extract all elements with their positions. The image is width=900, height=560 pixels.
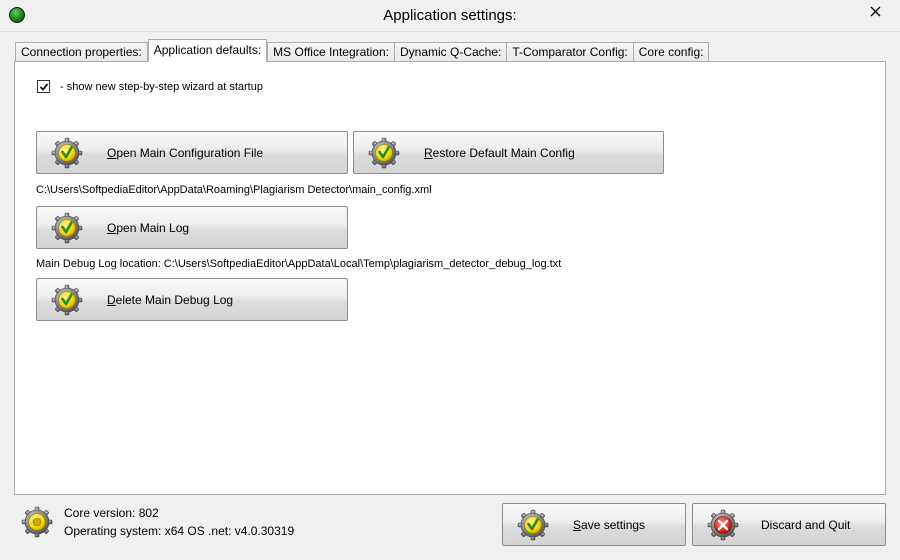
operating-system-info: Operating system: x64 OS .net: v4.0.3031… — [64, 524, 295, 538]
gear-check-icon — [51, 212, 83, 244]
wizard-option: - show new step-by-step wizard at startu… — [37, 80, 263, 93]
gear-check-icon — [51, 284, 83, 316]
tab-strip: Connection properties: Application defau… — [15, 39, 710, 62]
gear-check-icon — [51, 137, 83, 169]
open-main-config-label: Open Main Configuration File — [107, 146, 264, 160]
gear-cross-icon — [707, 509, 739, 541]
tab-application-defaults[interactable]: Application defaults: — [147, 39, 268, 62]
main-config-path: C:\Users\SoftpediaEditor\AppData\Roaming… — [36, 184, 432, 196]
tab-connection-properties[interactable]: Connection properties: — [15, 42, 148, 62]
wizard-checkbox-label: - show new step-by-step wizard at startu… — [60, 80, 263, 93]
open-main-config-button[interactable]: Open Main Configuration File — [36, 131, 348, 174]
restore-default-config-button[interactable]: Restore Default Main Config — [353, 131, 664, 174]
delete-debug-log-button[interactable]: Delete Main Debug Log — [36, 278, 348, 321]
wizard-checkbox[interactable] — [37, 80, 50, 93]
window-title: Application settings: — [383, 7, 517, 24]
gear-icon — [21, 506, 53, 538]
discard-and-quit-label: Discard and Quit — [761, 518, 851, 532]
tab-core-config[interactable]: Core config: — [632, 42, 710, 62]
checkmark-icon — [39, 82, 48, 91]
delete-debug-log-label: Delete Main Debug Log — [107, 293, 234, 307]
tab-dynamic-q-cache[interactable]: Dynamic Q-Cache: — [394, 42, 508, 62]
gear-check-icon — [517, 509, 549, 541]
debug-log-location: Main Debug Log location: C:\Users\Softpe… — [36, 258, 562, 270]
close-button[interactable] — [858, 1, 892, 21]
restore-default-config-label: Restore Default Main Config — [424, 146, 575, 160]
close-icon — [870, 6, 880, 16]
open-main-log-label: Open Main Log — [107, 221, 190, 235]
application-defaults-panel: - show new step-by-step wizard at startu… — [14, 61, 886, 495]
open-main-log-button[interactable]: Open Main Log — [36, 206, 348, 249]
tab-ms-office-integration[interactable]: MS Office Integration: — [267, 42, 395, 62]
save-settings-button[interactable]: Save settings — [502, 503, 686, 546]
gear-check-icon — [368, 137, 400, 169]
title-bar: Application settings: — [0, 0, 900, 32]
save-settings-label: Save settings — [573, 518, 646, 532]
discard-and-quit-button[interactable]: Discard and Quit — [692, 503, 886, 546]
tab-t-comparator-config[interactable]: T-Comparator Config: — [506, 42, 634, 62]
core-version: Core version: 802 — [64, 506, 159, 520]
